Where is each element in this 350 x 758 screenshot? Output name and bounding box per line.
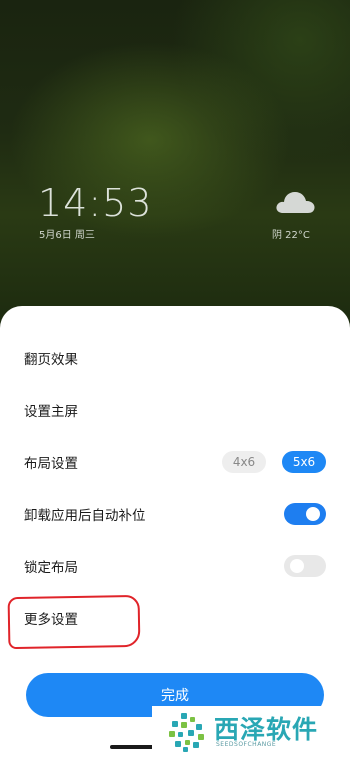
lock-layout-label: 锁定布局 bbox=[24, 560, 78, 576]
weather-text: 阴 22°C bbox=[272, 230, 310, 241]
auto-fill-row: 卸载应用后自动补位 bbox=[24, 503, 326, 525]
clock-date: 5月6日 周三 bbox=[39, 230, 95, 241]
layout-options: 4x6 5x6 bbox=[222, 451, 326, 473]
lock-layout-row: 锁定布局 bbox=[24, 555, 326, 577]
lock-layout-toggle[interactable] bbox=[284, 555, 326, 577]
set-home-screen-label: 设置主屏 bbox=[24, 404, 78, 420]
layout-settings-row: 布局设置 4x6 5x6 bbox=[24, 451, 326, 473]
toggle-knob bbox=[290, 559, 304, 573]
page-flip-effect-label: 翻页效果 bbox=[24, 352, 78, 368]
clock-time: 14:53 bbox=[38, 181, 153, 225]
layout-4x6-button[interactable]: 4x6 bbox=[222, 451, 266, 473]
auto-fill-label: 卸载应用后自动补位 bbox=[24, 508, 146, 524]
layout-5x6-button[interactable]: 5x6 bbox=[282, 451, 326, 473]
page-flip-effect-row[interactable]: 翻页效果 bbox=[24, 347, 326, 369]
auto-fill-toggle[interactable] bbox=[284, 503, 326, 525]
watermark-logo-icon bbox=[169, 713, 204, 752]
set-home-screen-row[interactable]: 设置主屏 bbox=[24, 399, 326, 421]
cloud-icon bbox=[276, 192, 315, 213]
layout-settings-label: 布局设置 bbox=[24, 456, 78, 472]
toggle-knob bbox=[306, 507, 320, 521]
watermark-subtitle: SEEDSOFCHANGE bbox=[216, 741, 277, 748]
highlight-annotation bbox=[7, 594, 141, 650]
wallpaper bbox=[0, 0, 350, 330]
